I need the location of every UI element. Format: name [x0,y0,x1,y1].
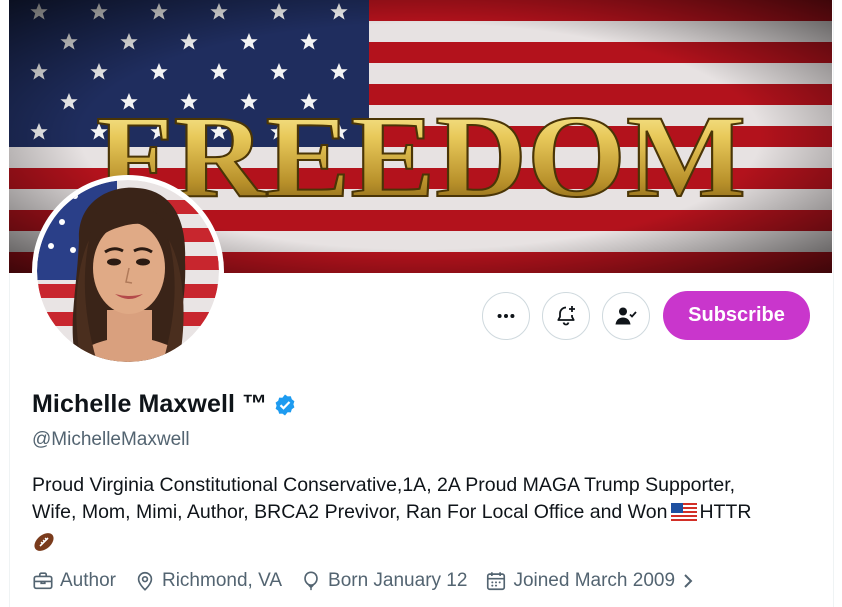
profile-meta: Author Richmond, VA Born January 12 Join… [32,570,697,592]
location-text: Richmond, VA [161,570,283,591]
verified-badge-icon[interactable] [273,393,297,417]
subscribe-button[interactable]: Subscribe [663,291,810,340]
bio-line-1: Proud Virginia Constitutional Conservati… [32,474,736,496]
profile-bio: Proud Virginia Constitutional Conservati… [32,472,812,561]
bio-line-2: Wife, Mom, Mimi, Author, BRCA2 Previvor,… [32,499,812,529]
birthday-item: Born January 12 [300,570,467,592]
bio-line-2-text: Wife, Mom, Mimi, Author, BRCA2 Previvor,… [32,501,668,523]
briefcase-icon [32,570,54,592]
football-icon [32,531,812,561]
notifications-button[interactable] [542,291,590,340]
more-dots-icon [497,313,515,318]
chevron-right-icon[interactable] [679,570,697,592]
profile-actions: Subscribe [482,291,810,340]
joined-item[interactable]: Joined March 2009 [485,570,675,592]
person-check-icon [615,307,637,324]
following-button[interactable] [602,291,650,340]
bio-httr-text: HTTR [699,501,752,523]
profile-avatar[interactable] [32,175,224,367]
profile-handle: @MichelleMaxwell [32,429,190,450]
joined-text: Joined March 2009 [513,570,676,591]
more-options-button[interactable] [482,291,530,340]
profession-text: Author [60,570,116,591]
us-flag-icon [671,502,698,529]
calendar-icon [485,570,507,592]
location-item: Richmond, VA [134,570,282,592]
profile-name: Michelle Maxwell ™ [32,390,268,418]
balloon-icon [300,570,322,592]
profession-item: Author [32,570,116,592]
location-pin-icon [134,570,156,592]
birthday-text: Born January 12 [328,570,468,591]
profile-name-row: Michelle Maxwell ™ [32,390,297,419]
bell-plus-icon [557,305,575,325]
